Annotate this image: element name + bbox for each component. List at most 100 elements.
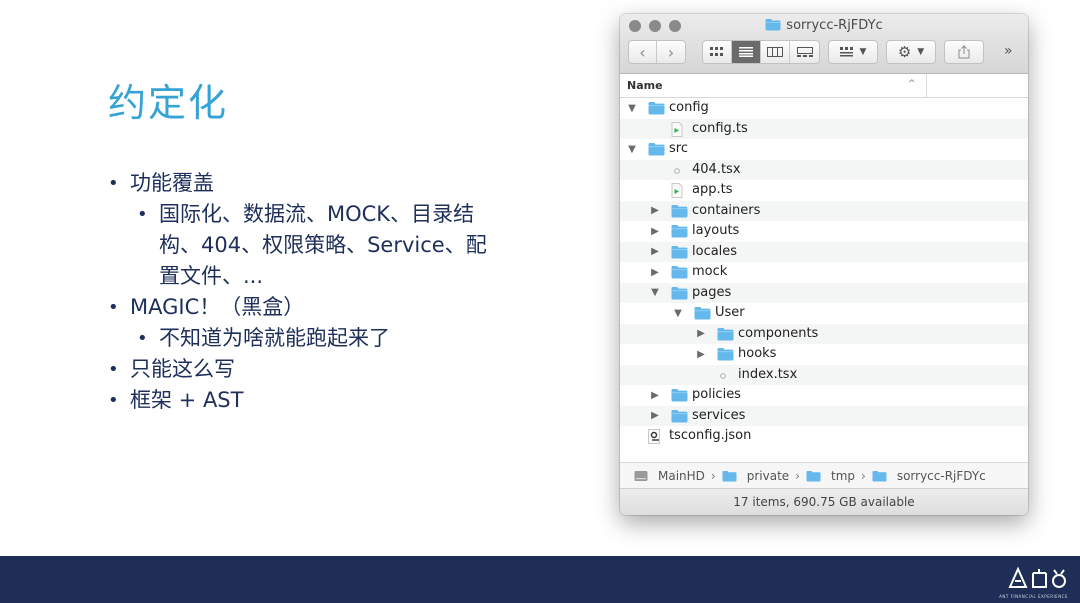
group-icon	[839, 47, 853, 57]
file-name: containers	[692, 202, 761, 218]
path-crumb[interactable]: private	[722, 469, 789, 483]
share-button[interactable]	[944, 40, 984, 64]
gear-icon: ⚙	[897, 43, 912, 61]
folder-icon	[872, 470, 892, 482]
file-row[interactable]: ▶ locales	[620, 241, 1028, 262]
list-view-button[interactable]	[732, 41, 761, 63]
file-name: 404.tsx	[692, 161, 741, 177]
chevron-down-icon: ▼	[917, 47, 925, 57]
folder-icon	[671, 204, 688, 222]
folder-icon	[722, 470, 742, 482]
gallery-view-button[interactable]	[790, 41, 819, 63]
folder-icon	[717, 327, 734, 345]
icon-view-icon	[710, 47, 723, 56]
file-name: layouts	[692, 223, 740, 238]
forward-button[interactable]: ›	[657, 41, 685, 63]
disclosure-expanded-icon[interactable]: ▼	[649, 287, 661, 298]
folder-icon	[671, 265, 688, 283]
disclosure-expanded-icon[interactable]: ▼	[626, 103, 638, 114]
disclosure-collapsed-icon[interactable]: ▶	[695, 349, 707, 360]
icon-view-button[interactable]	[703, 41, 732, 63]
disclosure-collapsed-icon[interactable]: ▶	[649, 267, 661, 278]
list-view-icon	[739, 47, 753, 57]
path-crumb-label: tmp	[830, 468, 855, 483]
disclosure-collapsed-icon[interactable]: ▶	[695, 328, 707, 339]
disclosure-expanded-icon[interactable]: ▼	[626, 144, 638, 155]
file-row[interactable]: ▶ containers	[620, 200, 1028, 222]
folder-icon	[671, 409, 688, 427]
file-icon	[717, 368, 729, 386]
path-crumb[interactable]: sorrycc-RjFDYc	[872, 469, 986, 483]
column-header-label: Name	[627, 79, 663, 92]
folder-icon	[648, 142, 665, 160]
disclosure-collapsed-icon[interactable]: ▶	[649, 226, 661, 237]
file-name: src	[669, 141, 688, 156]
folder-icon	[671, 388, 688, 406]
typescript-file-icon	[671, 183, 683, 202]
gallery-view-icon	[796, 47, 813, 57]
file-row[interactable]: ▼ User	[620, 303, 1028, 324]
file-row[interactable]: ▶ layouts	[620, 221, 1028, 242]
json-file-icon	[648, 429, 664, 448]
bullet-item: 功能覆盖	[108, 168, 488, 199]
file-row[interactable]: ▼ src	[620, 139, 1028, 160]
file-icon	[671, 163, 683, 181]
typescript-file-icon	[671, 121, 683, 141]
file-row[interactable]: ▶ hooks	[620, 344, 1028, 365]
sub-bullet-item: 不知道为啥就能跑起来了	[108, 323, 488, 354]
disclosure-collapsed-icon[interactable]: ▶	[649, 390, 661, 401]
file-row[interactable]: ▶ policies	[620, 385, 1028, 406]
bullet-item: 只能这么写	[108, 354, 488, 385]
folder-icon	[765, 18, 781, 35]
column-view-button[interactable]	[761, 41, 790, 63]
disclosure-collapsed-icon[interactable]: ▶	[649, 205, 661, 216]
file-name: locales	[692, 243, 738, 259]
file-name: services	[692, 407, 746, 423]
bullet-item: 框架 + AST	[108, 385, 488, 416]
window-titlebar[interactable]: sorrycc-RjFDYc ‹ › ▼ ⚙ ▼ »	[620, 14, 1028, 74]
column-divider[interactable]	[926, 74, 927, 98]
status-bar: 17 items, 690.75 GB available	[620, 488, 1028, 515]
window-title-text: sorrycc-RjFDYc	[786, 18, 883, 33]
sort-ascending-icon: ^	[908, 79, 916, 89]
file-list: ▼ config config.ts ▼ src 404.tsx app.ts ▶ contai…	[620, 98, 1028, 463]
disclosure-expanded-icon[interactable]: ▼	[672, 308, 684, 319]
name-column-header[interactable]: Name ^	[620, 74, 1028, 98]
logo-text: ANT FINANCIAL EXPERIENCE	[999, 594, 1068, 599]
back-button[interactable]: ‹	[629, 41, 657, 63]
file-name: policies	[692, 387, 741, 402]
folder-icon	[648, 101, 665, 119]
file-row[interactable]: app.ts	[620, 180, 1028, 201]
disclosure-collapsed-icon[interactable]: ▶	[649, 410, 661, 421]
file-name: User	[715, 305, 745, 320]
folder-icon	[671, 224, 688, 242]
disclosure-collapsed-icon[interactable]: ▶	[649, 246, 661, 257]
file-row[interactable]: ▼ pages	[620, 282, 1028, 303]
chevron-down-icon: ▼	[859, 47, 867, 57]
more-toolbar-button[interactable]: »	[1004, 43, 1013, 59]
file-name: mock	[692, 264, 728, 279]
group-by-button[interactable]: ▼	[828, 40, 878, 64]
finder-toolbar: ‹ › ▼ ⚙ ▼ »	[620, 40, 1028, 66]
file-row[interactable]: 404.tsx	[620, 159, 1028, 181]
bullet-item: MAGIC！（黑盒）	[108, 292, 488, 323]
path-crumb-label: MainHD	[658, 468, 705, 483]
path-separator-icon: ›	[861, 468, 866, 483]
file-row[interactable]: ▶ services	[620, 405, 1028, 427]
file-name: tsconfig.json	[669, 428, 752, 443]
slide-title: 约定化	[108, 81, 229, 125]
path-crumb[interactable]: MainHD	[634, 469, 705, 483]
file-row[interactable]: index.tsx	[620, 364, 1028, 386]
action-button[interactable]: ⚙ ▼	[886, 40, 936, 64]
path-crumb-label: sorrycc-RjFDYc	[896, 468, 986, 483]
file-row[interactable]: ▼ config	[620, 98, 1028, 119]
file-row[interactable]: ▶ components	[620, 323, 1028, 345]
folder-icon	[806, 470, 826, 482]
file-row[interactable]: config.ts	[620, 118, 1028, 141]
file-name: config.ts	[692, 120, 748, 136]
path-crumb[interactable]: tmp	[806, 469, 855, 483]
finder-window: sorrycc-RjFDYc ‹ › ▼ ⚙ ▼ » Name ^ ▼ conf…	[620, 14, 1028, 515]
file-row[interactable]: tsconfig.json	[620, 426, 1028, 447]
file-name: hooks	[738, 346, 777, 361]
file-row[interactable]: ▶ mock	[620, 262, 1028, 283]
